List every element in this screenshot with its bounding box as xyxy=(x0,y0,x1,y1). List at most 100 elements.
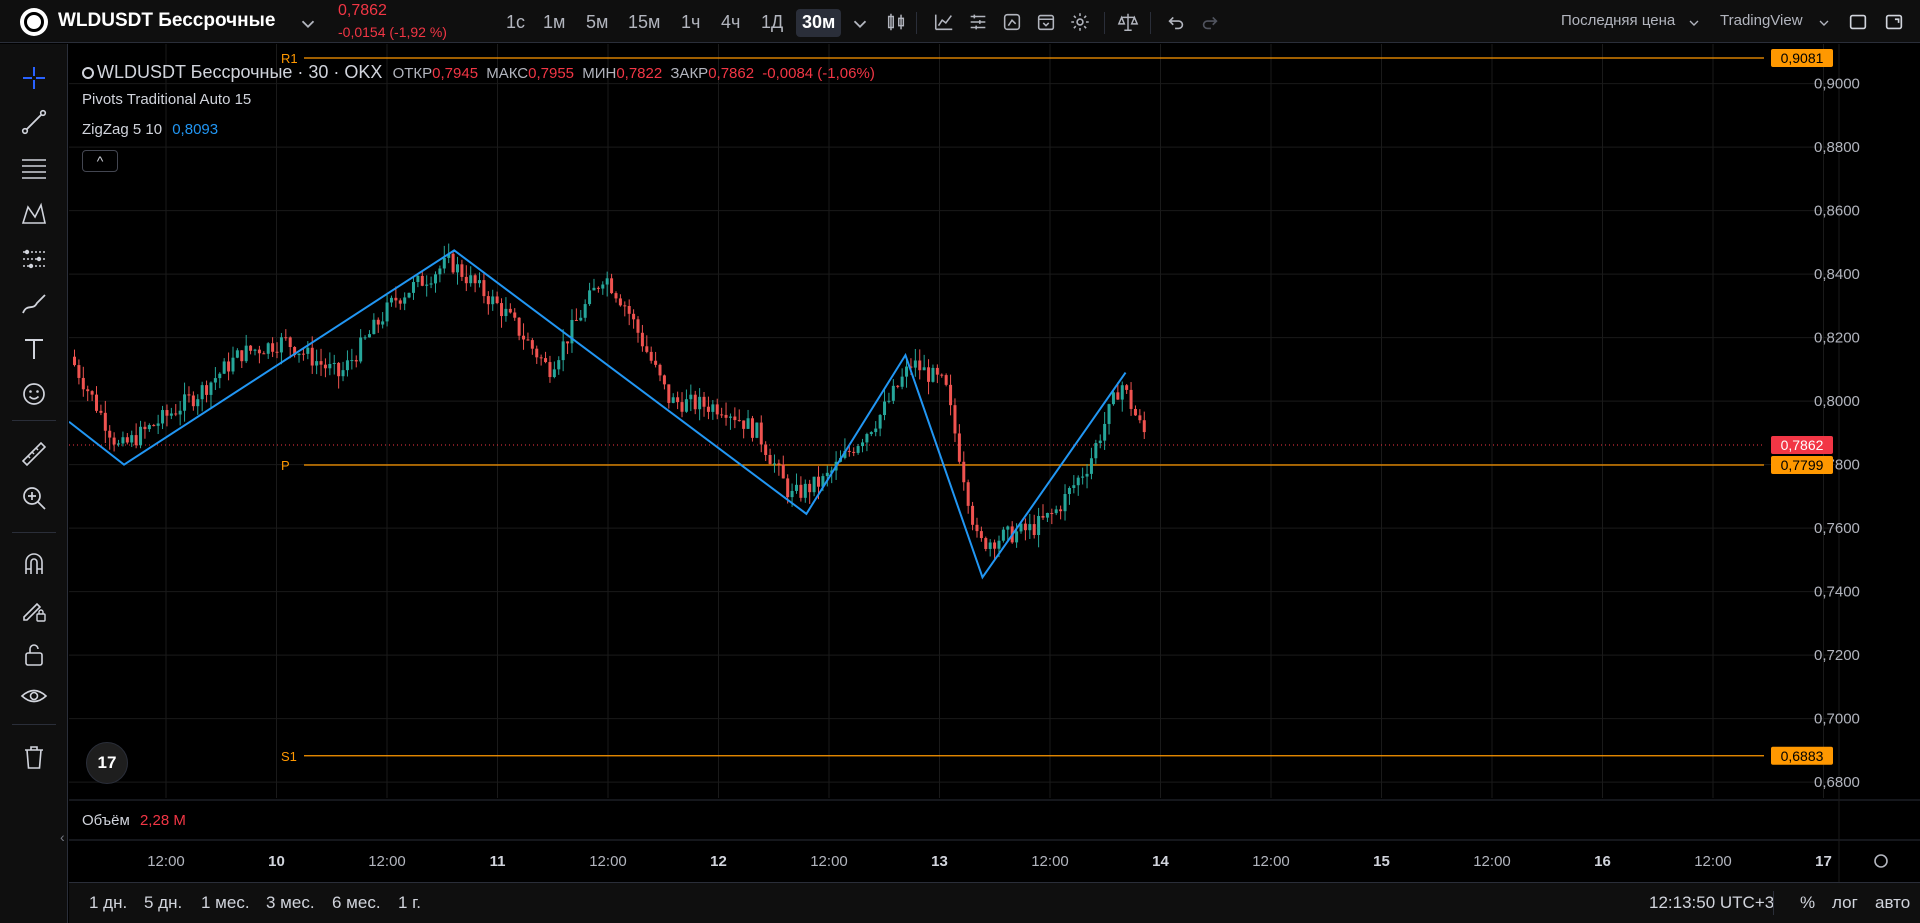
clock[interactable]: 12:13:50 UTC+3 xyxy=(1649,893,1774,913)
compare-icon[interactable] xyxy=(1116,10,1140,34)
x-tick-label: 12:00 xyxy=(589,853,627,870)
chart-area[interactable]: 0,9000 0,8800 0,8600 0,8400 0,8200 0,8000 0,78… xyxy=(69,44,1920,923)
top-toolbar: WLDUSDT Бессрочные 0,7862 -0,0154 (-1,92… xyxy=(0,0,1920,43)
timeframe-dropdown-icon[interactable] xyxy=(848,12,872,36)
collapse-left-icon[interactable]: ‹ xyxy=(60,829,65,845)
brush-icon[interactable] xyxy=(18,288,50,320)
crosshair-icon[interactable] xyxy=(18,62,50,94)
candle-body xyxy=(1089,458,1093,474)
candle-body xyxy=(777,463,781,465)
candle-body xyxy=(257,349,261,354)
range-3m[interactable]: 3 мес. xyxy=(266,893,315,913)
text-icon[interactable] xyxy=(18,333,50,365)
timeframe-30m[interactable]: 30м xyxy=(796,9,842,37)
candle-body xyxy=(442,257,446,269)
zoom-in-icon[interactable] xyxy=(18,482,50,514)
timeframe-4h[interactable]: 4ч xyxy=(715,9,746,37)
alert-icon[interactable] xyxy=(1000,10,1024,34)
ruler-icon[interactable] xyxy=(18,438,50,470)
candle-body xyxy=(949,384,953,406)
redo-icon[interactable] xyxy=(1198,10,1222,34)
candle-body xyxy=(940,374,944,376)
trend-line-icon[interactable] xyxy=(18,106,50,138)
candle-body xyxy=(332,362,336,365)
replay-icon[interactable] xyxy=(1034,10,1058,34)
candle-body xyxy=(720,414,724,416)
legend-high-label: МАКС xyxy=(486,65,529,82)
candle-body xyxy=(742,420,746,429)
candle-body xyxy=(561,341,565,361)
indicators-icon[interactable] xyxy=(932,10,956,34)
forecast-icon[interactable] xyxy=(18,243,50,275)
candle-body xyxy=(508,308,512,313)
candle-body xyxy=(1006,526,1010,530)
timeframe-15m[interactable]: 15м xyxy=(622,9,666,37)
candle-body xyxy=(213,378,217,383)
zigzag-legend[interactable]: ZigZag 5 10 0,8093 xyxy=(82,121,218,138)
pivot-price-label: 0,6883 xyxy=(1781,748,1824,764)
candles-icon[interactable] xyxy=(884,10,908,34)
candle-body xyxy=(918,360,922,371)
x-tick-label: 12:00 xyxy=(1694,853,1732,870)
symbol-name[interactable]: WLDUSDT Бессрочные xyxy=(58,10,275,32)
candle-body xyxy=(1103,423,1107,441)
legend-title[interactable]: WLDUSDT Бессрочные · 30 · OKX xyxy=(97,62,382,82)
undo-icon[interactable] xyxy=(1164,10,1188,34)
data-source-select[interactable]: TradingView xyxy=(1720,12,1803,29)
timeframe-1s[interactable]: 1с xyxy=(500,9,531,37)
price-type-select[interactable]: Последняя цена xyxy=(1561,12,1675,29)
candle-body xyxy=(460,264,464,277)
timeframe-1m[interactable]: 1м xyxy=(537,9,571,37)
candle-body xyxy=(486,296,490,305)
chevron-down-icon[interactable] xyxy=(296,12,320,36)
collapse-legend-button[interactable]: ^ xyxy=(82,150,118,172)
symbol-logo-icon[interactable] xyxy=(20,8,48,36)
percent-toggle[interactable]: % xyxy=(1800,893,1815,913)
pattern-icon[interactable] xyxy=(18,198,50,230)
timeframe-1h[interactable]: 1ч xyxy=(675,9,706,37)
candle-body xyxy=(279,337,283,353)
range-5d[interactable]: 5 дн. xyxy=(144,893,182,913)
candle-body xyxy=(662,375,666,385)
log-toggle[interactable]: лог xyxy=(1832,893,1858,913)
candle-body xyxy=(513,312,517,318)
pivots-legend[interactable]: Pivots Traditional Auto 15 xyxy=(82,91,251,108)
candle-body xyxy=(469,275,473,284)
chevron-down-icon[interactable] xyxy=(1686,11,1702,35)
auto-toggle[interactable]: авто xyxy=(1875,893,1910,913)
emoji-icon[interactable] xyxy=(18,378,50,410)
magnet-icon[interactable] xyxy=(18,548,50,580)
range-1y[interactable]: 1 г. xyxy=(398,893,421,913)
chevron-down-icon[interactable] xyxy=(1816,11,1832,35)
range-1d[interactable]: 1 дн. xyxy=(89,893,127,913)
templates-icon[interactable] xyxy=(966,10,990,34)
fib-retracement-icon[interactable] xyxy=(18,152,50,184)
candle-body xyxy=(825,472,829,477)
settings-icon[interactable] xyxy=(1068,10,1092,34)
lock-drawing-icon[interactable] xyxy=(18,594,50,626)
candle-body xyxy=(134,435,138,446)
candle-body xyxy=(896,385,900,387)
left-separator xyxy=(12,724,56,725)
candle-body xyxy=(693,394,697,410)
timeframe-5m[interactable]: 5м xyxy=(580,9,614,37)
candle-body xyxy=(676,397,680,403)
fullscreen-icon[interactable] xyxy=(1846,10,1870,34)
candle-body xyxy=(1142,420,1146,433)
candle-body xyxy=(689,394,693,400)
candle-body xyxy=(891,385,895,401)
unlock-icon[interactable] xyxy=(18,638,50,670)
screenshot-icon[interactable] xyxy=(1882,10,1906,34)
price-chart[interactable]: 0,9000 0,8800 0,8600 0,8400 0,8200 0,8000 0,78… xyxy=(69,44,1920,882)
candle-body xyxy=(530,340,534,349)
candle-body xyxy=(883,401,887,416)
volume-value: 2,28 M xyxy=(139,812,186,829)
trash-icon[interactable] xyxy=(18,741,50,773)
timeframe-1d[interactable]: 1Д xyxy=(755,9,789,37)
candle-body xyxy=(81,377,85,390)
range-1m[interactable]: 1 мес. xyxy=(201,893,250,913)
candle-body xyxy=(636,319,640,333)
eye-icon[interactable] xyxy=(18,680,50,712)
tradingview-logo-icon[interactable]: 17 xyxy=(86,742,128,784)
range-6m[interactable]: 6 мес. xyxy=(332,893,381,913)
